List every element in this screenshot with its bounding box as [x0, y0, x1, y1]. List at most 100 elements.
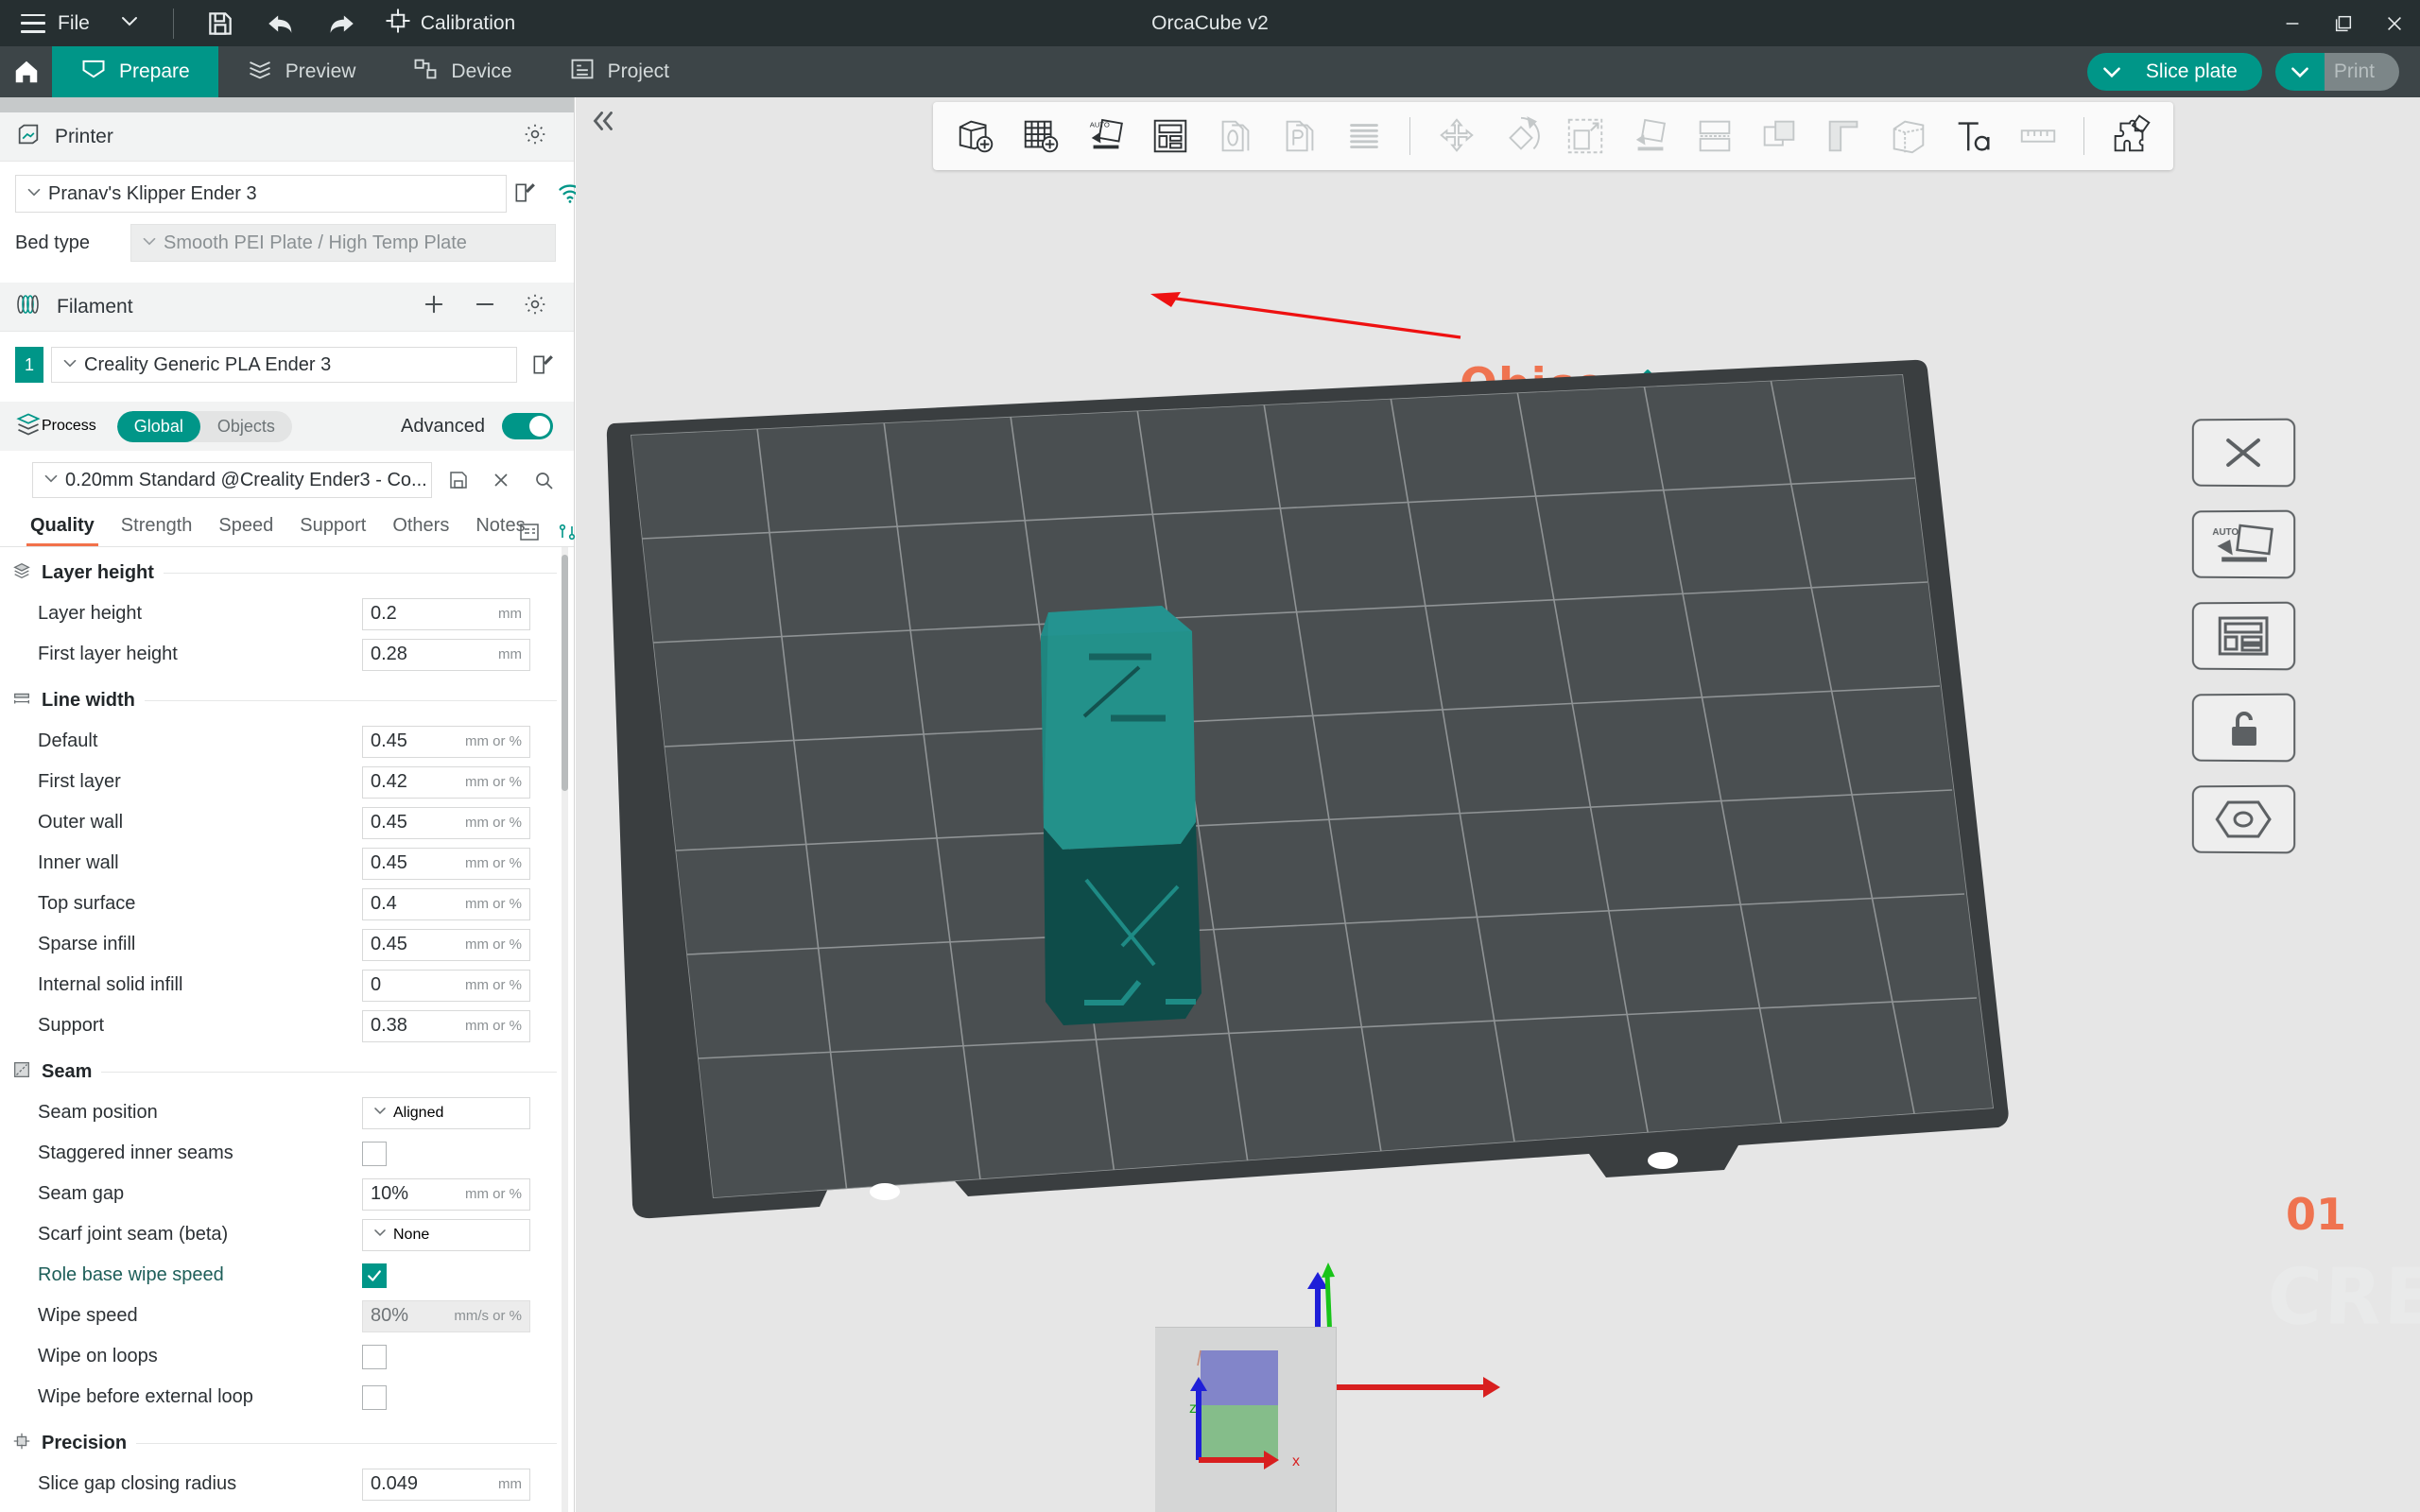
tab-strength[interactable]: Strength [108, 515, 206, 546]
setting-row-seam-gap: Seam gap 10% mm or % [0, 1174, 574, 1214]
seam-position-select[interactable]: Aligned [362, 1096, 530, 1129]
rotate-icon[interactable] [1493, 109, 1549, 163]
add-object-icon[interactable] [948, 109, 1005, 163]
wipe-on-loops-checkbox[interactable] [362, 1344, 387, 1369]
staggered-inner-seams-checkbox[interactable] [362, 1141, 387, 1166]
sparse-infill-line-width-input[interactable]: 0.45 mm or % [362, 928, 530, 961]
print-dropdown-icon[interactable] [2274, 53, 2325, 91]
chevron-down-icon[interactable] [118, 9, 141, 37]
slice-plate-label[interactable]: Slice plate [2135, 53, 2262, 91]
file-menu-label[interactable]: File [58, 12, 90, 35]
close-icon[interactable] [486, 464, 517, 496]
assembly-icon[interactable] [2101, 109, 2158, 163]
setting-row-wipe-speed: Wipe speed 80% mm/s or % [0, 1296, 574, 1336]
wipe-before-external-loop-checkbox[interactable] [362, 1384, 387, 1410]
process-section-header: Process Global Objects Advanced [0, 402, 574, 451]
scarf-joint-seam-select[interactable]: None [362, 1218, 530, 1251]
first-layer-height-input[interactable]: 0.28 mm [362, 638, 530, 671]
calibration-button[interactable]: Calibration [384, 7, 515, 40]
maximize-icon[interactable] [2318, 0, 2369, 46]
default-line-width-input[interactable]: 0.45 mm or % [362, 725, 530, 758]
print-button[interactable]: Print [2274, 53, 2399, 91]
minus-icon[interactable] [472, 291, 498, 322]
tab-support[interactable]: Support [286, 515, 379, 546]
move-icon[interactable] [1427, 109, 1484, 163]
save-icon[interactable] [199, 2, 242, 45]
tab-device[interactable]: Device [384, 46, 540, 97]
inner-wall-line-width-input[interactable]: 0.45 mm or % [362, 847, 530, 880]
axis-gizmo[interactable]: z x [1155, 1327, 1337, 1512]
group-layer-height: Layer height [0, 547, 574, 593]
top-surface-line-width-input[interactable]: 0.4 mm or % [362, 887, 530, 920]
chevron-down-icon [139, 231, 160, 256]
plus-icon[interactable] [421, 291, 447, 322]
tab-prepare[interactable]: Prepare [52, 46, 218, 97]
scope-objects[interactable]: Objects [200, 411, 292, 442]
scope-global[interactable]: Global [116, 410, 200, 442]
project-icon [569, 56, 596, 88]
close-icon[interactable] [2369, 0, 2420, 46]
cut-icon[interactable] [1686, 109, 1743, 163]
3d-viewport[interactable]: AUTO AUTO CREALITY 01 z x [576, 97, 2420, 1512]
home-icon[interactable] [0, 46, 52, 97]
first-layer-line-width-input[interactable]: 0.42 mm or % [362, 765, 530, 799]
mmu-painting-icon[interactable] [1880, 109, 1937, 163]
setting-label: Default [38, 730, 98, 751]
seam-gap-input[interactable]: 10% mm or % [362, 1177, 530, 1211]
edit-icon[interactable] [509, 177, 541, 209]
advanced-toggle[interactable] [502, 413, 553, 439]
auto-arrange-icon[interactable]: AUTO [1078, 109, 1134, 163]
bed-type-select[interactable]: Smooth PEI Plate / High Temp Plate [130, 224, 556, 262]
setting-row-support: Support 0.38 mm or % [0, 1005, 574, 1046]
seam-painting-icon[interactable] [1815, 109, 1872, 163]
support-line-width-input[interactable]: 0.38 mm or % [362, 1009, 530, 1042]
tab-notes[interactable]: Notes [462, 515, 538, 546]
settings-scrollbar-thumb[interactable] [562, 555, 568, 791]
edit-icon[interactable] [527, 349, 559, 381]
text-icon[interactable] [1945, 109, 2001, 163]
process-preset-select[interactable]: 0.20mm Standard @Creality Ender3 - Co... [32, 462, 432, 498]
undo-icon[interactable] [259, 2, 302, 45]
setting-row-slice-gap-closing-radius: Slice gap closing radius 0.049 mm [0, 1464, 574, 1504]
hamburger-icon[interactable] [21, 13, 45, 33]
layers-icon[interactable] [1336, 109, 1392, 163]
settings-list[interactable]: Layer height Layer height 0.2 mm First l… [0, 547, 574, 1512]
measure-icon[interactable] [2009, 109, 2066, 163]
axis-x-label: x [1292, 1453, 1300, 1469]
gear-icon[interactable] [523, 292, 547, 321]
object-p-icon[interactable] [1271, 109, 1328, 163]
slice-plate-button[interactable]: Slice plate [2086, 53, 2262, 91]
add-plate-icon[interactable] [1012, 109, 1069, 163]
printer-select[interactable]: Pranav's Klipper Ender 3 [15, 175, 507, 213]
gear-icon[interactable] [523, 122, 547, 151]
internal-solid-infill-line-width-input[interactable]: 0 mm or % [362, 969, 530, 1002]
tab-project[interactable]: Project [541, 46, 698, 97]
save-preset-icon[interactable] [443, 464, 475, 496]
setting-label: Outer wall [38, 812, 124, 833]
filament-index-badge[interactable]: 1 [15, 347, 43, 383]
toolbar-divider [172, 8, 174, 39]
auto-layout-icon[interactable] [1142, 109, 1199, 163]
filament-select[interactable]: Creality Generic PLA Ender 3 [51, 347, 517, 383]
search-icon[interactable] [527, 464, 559, 496]
printer-name: Pranav's Klipper Ender 3 [48, 182, 257, 204]
tab-quality[interactable]: Quality [17, 515, 108, 546]
setting-value: Aligned [393, 1104, 444, 1121]
slice-plate-dropdown-icon[interactable] [2086, 53, 2136, 91]
tab-preview[interactable]: Preview [218, 46, 385, 97]
process-scope-toggle[interactable]: Global Objects [116, 410, 292, 442]
object-zero-icon[interactable] [1206, 109, 1263, 163]
tab-others[interactable]: Others [379, 515, 462, 546]
outer-wall-line-width-input[interactable]: 0.45 mm or % [362, 806, 530, 839]
tab-speed[interactable]: Speed [205, 515, 286, 546]
scale-icon[interactable] [1557, 109, 1614, 163]
lay-flat-icon[interactable] [1621, 109, 1678, 163]
collapse-left-icon[interactable] [587, 105, 619, 144]
support-painting-icon[interactable] [1751, 109, 1807, 163]
layer-height-input[interactable]: 0.2 mm [362, 597, 530, 630]
redo-icon[interactable] [320, 2, 363, 45]
role-base-wipe-speed-checkbox[interactable] [362, 1263, 387, 1288]
minimize-icon[interactable] [2267, 0, 2318, 46]
setting-value: 0.42 [371, 771, 407, 792]
slice-gap-closing-radius-input[interactable]: 0.049 mm [362, 1468, 530, 1501]
